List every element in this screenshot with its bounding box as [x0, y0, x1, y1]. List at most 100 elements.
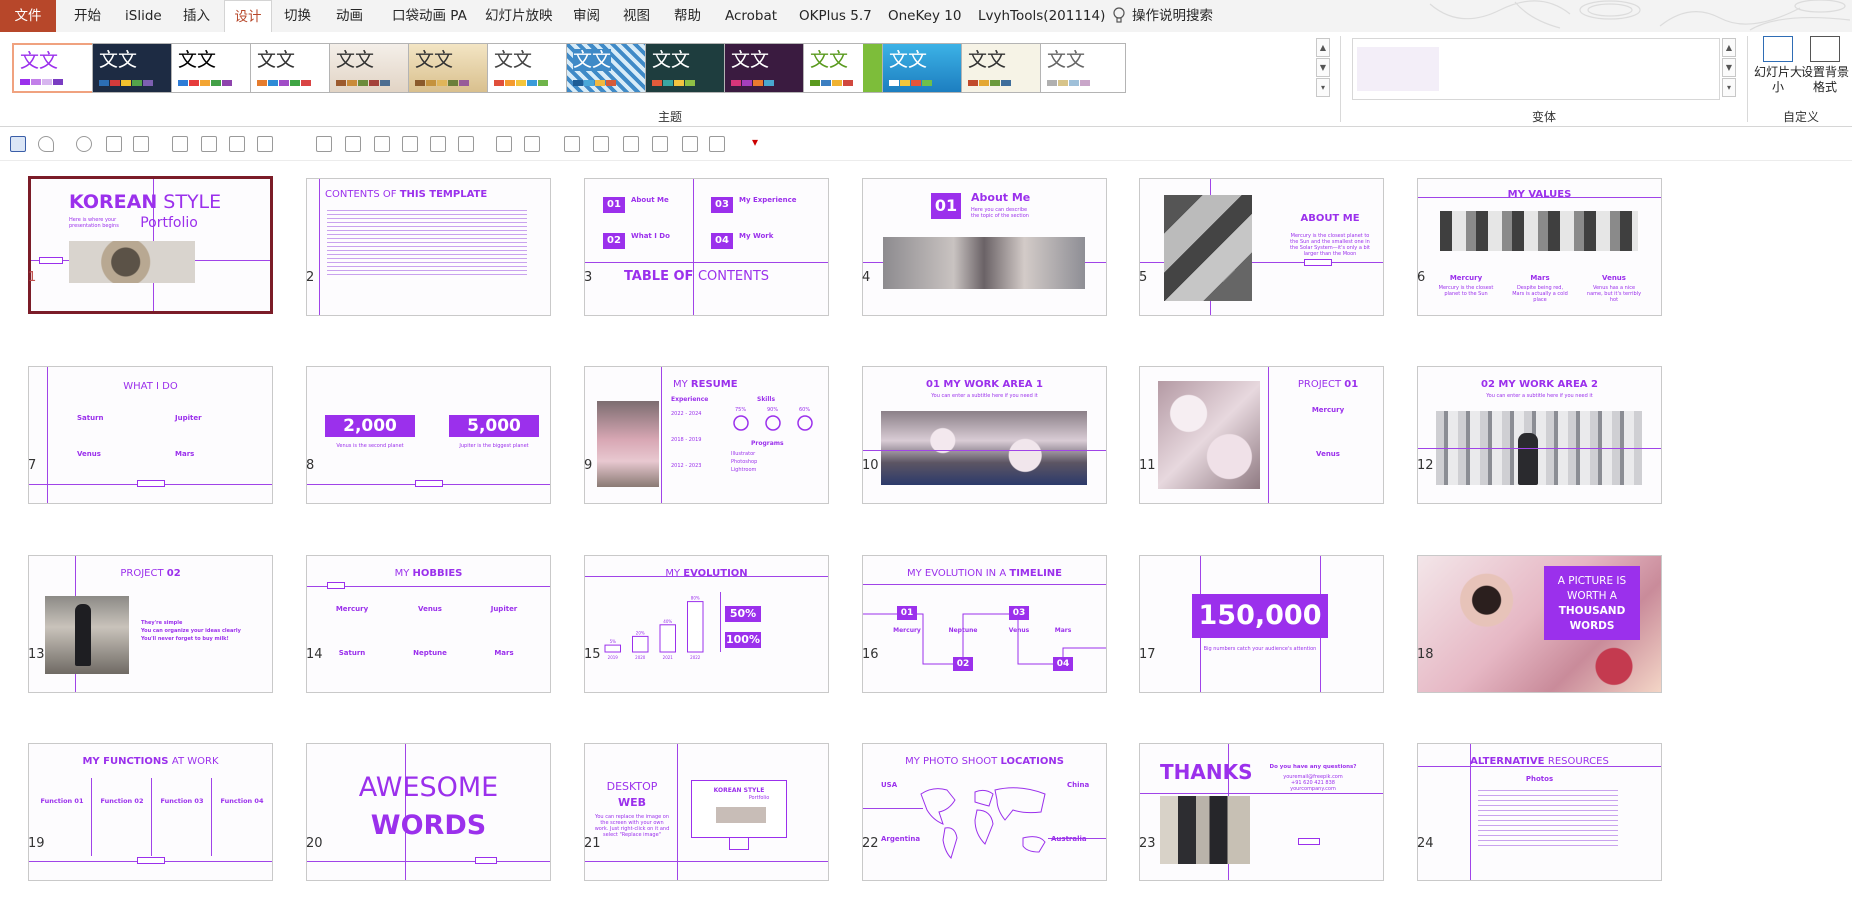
- tab-transitions[interactable]: 切换: [284, 0, 311, 32]
- ungroup-icon[interactable]: [593, 136, 609, 152]
- slide-thumbnail[interactable]: ABOUT ME Mercury is the closest planet t…: [1139, 178, 1384, 316]
- slide-thumbnail[interactable]: AWESOME WORDS: [306, 743, 551, 881]
- more-variants-icon[interactable]: ▾: [1722, 78, 1736, 97]
- slide-thumbnail[interactable]: 2,000 5,000 Venus is the second planet J…: [306, 366, 551, 504]
- tab-design[interactable]: 设计: [224, 0, 272, 32]
- scroll-up-icon[interactable]: ▲: [1722, 38, 1736, 57]
- tab-help[interactable]: 帮助: [674, 0, 701, 32]
- slide-number: 22: [862, 836, 879, 851]
- more-themes-icon[interactable]: ▾: [1316, 78, 1330, 97]
- tab-insert[interactable]: 插入: [183, 0, 210, 32]
- slide-thumbnail[interactable]: ALTERNATIVE RESOURCES Photos: [1417, 743, 1662, 881]
- slide-thumbnail[interactable]: MY EVOLUTION IN A TIMELINE 01 02 03 04 M…: [862, 555, 1107, 693]
- slide-size-button[interactable]: 幻灯片大小: [1754, 36, 1802, 95]
- slide-thumbnail[interactable]: 150,000 Big numbers catch your audience'…: [1139, 555, 1384, 693]
- slide-thumbnail[interactable]: 01 About Me Here you can describe the to…: [862, 178, 1107, 316]
- align-left-icon[interactable]: [133, 136, 149, 152]
- theme-wood[interactable]: 文文: [329, 43, 415, 93]
- slide-thumbnail[interactable]: 01 03 02 04 About Me My Experience What …: [584, 178, 829, 316]
- grid-icon[interactable]: [682, 136, 698, 152]
- theme-dark-purple[interactable]: 文文: [724, 43, 810, 93]
- theme-office[interactable]: 文文: [12, 43, 98, 93]
- lasso-icon[interactable]: [524, 136, 540, 152]
- slide-number: 24: [1417, 836, 1434, 851]
- tab-islide[interactable]: iSlide: [125, 0, 162, 32]
- slide-thumbnail[interactable]: MY VALUES Mercury Mars Venus Mercury is …: [1417, 178, 1662, 316]
- slide-thumbnail[interactable]: 02 MY WORK AREA 2 You can enter a subtit…: [1417, 366, 1662, 504]
- theme-parchment[interactable]: 文文: [408, 43, 494, 93]
- scroll-down-icon[interactable]: ▼: [1722, 58, 1736, 77]
- evolution-bar: [632, 635, 649, 653]
- slide-number: 17: [1139, 647, 1156, 662]
- tab-slideshow[interactable]: 幻灯片放映: [485, 0, 553, 32]
- slide-thumbnail[interactable]: PROJECT 01 Mercury Venus: [1139, 366, 1384, 504]
- slide-thumbnail[interactable]: THANKS Do you have any questions? yourem…: [1139, 743, 1384, 881]
- tab-home[interactable]: 开始: [74, 0, 101, 32]
- slide-thumbnail[interactable]: A PICTURE IS WORTH A THOUSAND WORDS: [1417, 555, 1662, 693]
- tab-pocket-animation[interactable]: 口袋动画 PA: [392, 0, 467, 32]
- slide-thumbnail[interactable]: MY EVOLUTION 5% 2019 20% 2020 40% 2021 80% 2022…: [584, 555, 829, 693]
- crop-icon[interactable]: [402, 136, 418, 152]
- slide-thumbnail[interactable]: MY PHOTO SHOOT LOCATIONS USA China Argen…: [862, 743, 1107, 881]
- theme-dark-teal[interactable]: 文文: [645, 43, 731, 93]
- theme-sky[interactable]: 文文: [882, 43, 968, 93]
- slide-thumbnail[interactable]: MY FUNCTIONS AT WORK Function 01 Functio…: [28, 743, 273, 881]
- customize-qat-icon[interactable]: ▾: [752, 135, 768, 151]
- send-backward-icon[interactable]: [652, 136, 668, 152]
- format-painter-icon[interactable]: [496, 136, 512, 152]
- group-icon[interactable]: [564, 136, 580, 152]
- slide-thumbnail[interactable]: DESKTOP WEB You can replace the image on…: [584, 743, 829, 881]
- save-icon[interactable]: [10, 136, 26, 152]
- align-bottom-icon[interactable]: [172, 136, 188, 152]
- rotate-icon[interactable]: [458, 136, 474, 152]
- redo-icon[interactable]: [76, 136, 92, 152]
- theme-facet[interactable]: 文文: [250, 43, 336, 93]
- bring-forward-icon[interactable]: [623, 136, 639, 152]
- tab-onekey[interactable]: OneKey 10: [888, 0, 961, 32]
- align-middle-icon[interactable]: [229, 136, 245, 152]
- tab-lvyhtools[interactable]: LvyhTools(201114): [978, 0, 1105, 32]
- tab-okplus[interactable]: OKPlus 5.7: [799, 0, 872, 32]
- theme-retro[interactable]: 文文: [961, 43, 1047, 93]
- lightbulb-icon[interactable]: [1112, 7, 1126, 25]
- slide-thumbnail[interactable]: MY HOBBIES Mercury Venus Jupiter Saturn …: [306, 555, 551, 693]
- tab-view[interactable]: 视图: [623, 0, 650, 32]
- slide-thumbnail[interactable]: PROJECT 02 They're simple You can organi…: [28, 555, 273, 693]
- tab-animations[interactable]: 动画: [336, 0, 363, 32]
- distribute-vertical-icon[interactable]: [316, 136, 332, 152]
- big-number-caption: Big numbers catch your audience's attent…: [1203, 646, 1317, 652]
- slide-thumbnail[interactable]: CONTENTS OF THIS TEMPLATE: [306, 178, 551, 316]
- theme-dark-blue[interactable]: 文文: [92, 43, 178, 93]
- tell-me-search[interactable]: 操作说明搜索: [1132, 0, 1213, 32]
- tab-file[interactable]: 文件: [0, 0, 56, 32]
- slide-thumbnail[interactable]: KOREAN STYLE Portfolio Here is where you…: [28, 176, 273, 314]
- scroll-up-icon[interactable]: ▲: [1316, 38, 1330, 57]
- presenter-view-icon[interactable]: [106, 136, 122, 152]
- slide-number: 4: [862, 270, 871, 285]
- section-name: About Me: [631, 196, 669, 204]
- slide-thumbnail[interactable]: 01 MY WORK AREA 1 You can enter a subtit…: [862, 366, 1107, 504]
- undo-icon[interactable]: [38, 136, 54, 152]
- location-name: China: [1067, 781, 1090, 789]
- layout-icon[interactable]: [709, 136, 725, 152]
- tab-acrobat[interactable]: Acrobat: [725, 0, 777, 32]
- align-center-icon[interactable]: [257, 136, 273, 152]
- tab-review[interactable]: 审阅: [573, 0, 600, 32]
- crop-options-icon[interactable]: [430, 136, 446, 152]
- theme-pattern[interactable]: 文文: [566, 43, 652, 93]
- slide-title: WEB: [617, 796, 647, 809]
- align-right-icon[interactable]: [345, 136, 361, 152]
- theme-light[interactable]: 文文: [1040, 43, 1126, 93]
- theme-clean[interactable]: 文文: [171, 43, 257, 93]
- guide-line: [661, 367, 662, 503]
- variants-gallery[interactable]: [1352, 38, 1720, 100]
- align-right-edge-icon[interactable]: [374, 136, 390, 152]
- slide-thumbnail[interactable]: MY RESUME Experience Skills 2022 - 2024 …: [584, 366, 829, 504]
- slide-thumbnail[interactable]: WHAT I DO Saturn Jupiter Venus Mars: [28, 366, 273, 504]
- align-top-icon[interactable]: [201, 136, 217, 152]
- theme-green[interactable]: 文文: [803, 43, 889, 93]
- format-background-button[interactable]: 设置背景格式: [1801, 36, 1849, 95]
- variant-thumbnail[interactable]: [1357, 47, 1439, 91]
- scroll-down-icon[interactable]: ▼: [1316, 58, 1330, 77]
- theme-ion[interactable]: 文文: [487, 43, 573, 93]
